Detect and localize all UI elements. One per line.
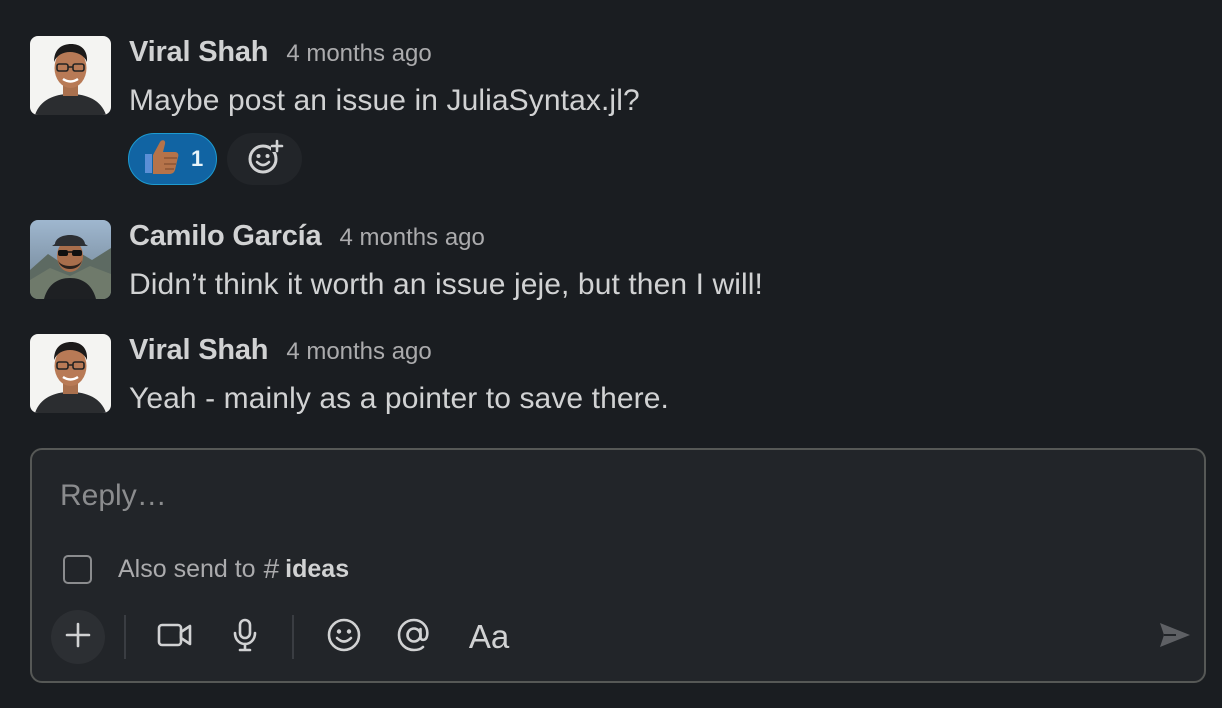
- add-emoji-icon: [245, 137, 285, 182]
- emoji-button[interactable]: [322, 610, 366, 664]
- add-reaction-button[interactable]: [227, 133, 302, 185]
- message-header: Camilo García 4 months ago: [129, 220, 485, 253]
- viral-shah-avatar: [30, 36, 111, 115]
- avatar[interactable]: [30, 220, 111, 299]
- thumbs-up-icon: [141, 138, 181, 181]
- plus-icon: [65, 622, 91, 653]
- message-text: Maybe post an issue in JuliaSyntax.jl?: [129, 84, 640, 117]
- avatar[interactable]: [30, 36, 111, 115]
- video-button[interactable]: [153, 610, 197, 664]
- timestamp[interactable]: 4 months ago: [339, 224, 484, 252]
- toolbar-divider: [292, 615, 294, 659]
- send-button[interactable]: [1153, 610, 1197, 664]
- text-format-icon: Aa: [468, 618, 510, 655]
- reply-composer: Also send to # ideas: [30, 448, 1206, 683]
- emoji-icon: [326, 617, 362, 658]
- message-header: Viral Shah 4 months ago: [129, 36, 432, 69]
- mention-button[interactable]: [392, 610, 436, 664]
- format-button[interactable]: Aa: [459, 610, 519, 664]
- audio-clip-button[interactable]: [223, 610, 267, 664]
- thread-view: Viral Shah 4 months ago Maybe post an is…: [0, 0, 1222, 708]
- avatar[interactable]: [30, 334, 111, 413]
- reaction-thumbs-up[interactable]: 1: [128, 133, 217, 185]
- message-text: Yeah - mainly as a pointer to save there…: [129, 382, 669, 415]
- at-mention-icon: [396, 617, 432, 658]
- reply-input[interactable]: [60, 476, 1160, 516]
- message-text: Didn’t think it worth an issue jeje, but…: [129, 268, 763, 301]
- send-icon: [1158, 620, 1192, 655]
- author-name[interactable]: Viral Shah: [129, 36, 269, 69]
- also-send-option: Also send to # ideas: [63, 553, 349, 585]
- reactions-bar: 1: [128, 133, 302, 185]
- viral-shah-avatar: [30, 334, 111, 413]
- composer-toolbar: Aa: [51, 610, 1191, 664]
- author-name[interactable]: Viral Shah: [129, 334, 269, 367]
- timestamp[interactable]: 4 months ago: [286, 338, 431, 366]
- channel-hash-icon: #: [263, 553, 280, 584]
- channel-name: ideas: [285, 554, 350, 583]
- also-send-label: Also send to: [118, 554, 256, 583]
- message-header: Viral Shah 4 months ago: [129, 334, 432, 367]
- microphone-icon: [231, 618, 259, 657]
- toolbar-divider: [124, 615, 126, 659]
- video-icon: [157, 621, 193, 654]
- reaction-count: 1: [191, 146, 204, 171]
- timestamp[interactable]: 4 months ago: [286, 40, 431, 68]
- camilo-garcia-avatar: [30, 220, 111, 299]
- author-name[interactable]: Camilo García: [129, 220, 322, 253]
- attach-button[interactable]: [51, 610, 105, 664]
- also-send-checkbox[interactable]: [63, 554, 92, 584]
